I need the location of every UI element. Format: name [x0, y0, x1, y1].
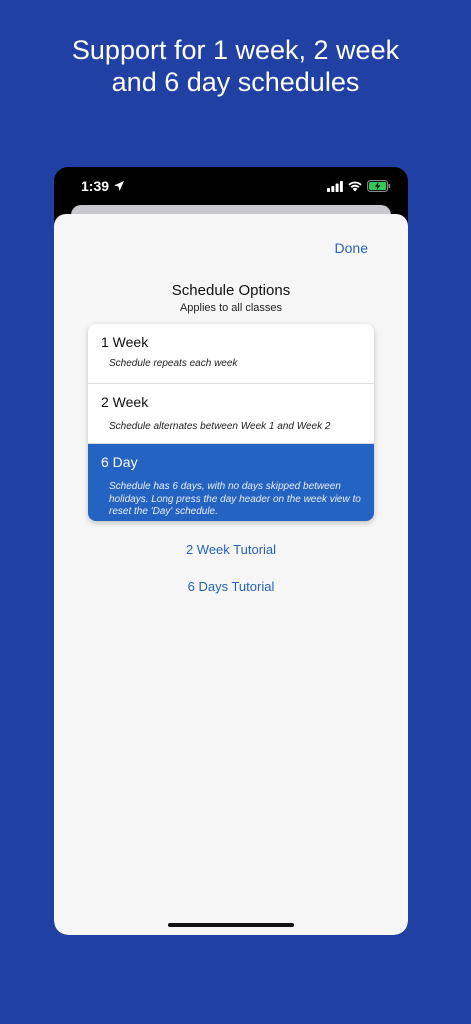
home-indicator[interactable]	[168, 923, 294, 927]
promo-headline: Support for 1 week, 2 week and 6 day sch…	[0, 34, 471, 98]
option-description: Schedule has 6 days, with no days skippe…	[109, 481, 361, 517]
cellular-signal-icon	[327, 181, 343, 192]
option-label: 2 Week	[101, 394, 149, 410]
sheet-subtitle: Applies to all classes	[179, 302, 283, 314]
status-bar: 1:39	[54, 167, 408, 207]
option-2-week[interactable]: 2 Week Schedule alternates between Week …	[88, 384, 374, 444]
option-1-week[interactable]: 1 Week Schedule repeats each week	[88, 324, 374, 384]
option-description: Schedule repeats each week	[109, 358, 238, 369]
schedule-options-list: 1 Week Schedule repeats each week 2 Week…	[88, 324, 374, 521]
option-label: 6 Day	[101, 454, 138, 470]
option-label: 1 Week	[101, 334, 149, 350]
wifi-icon	[348, 181, 362, 192]
done-button[interactable]: Done	[335, 240, 368, 256]
promo-headline-line1: Support for 1 week, 2 week	[71, 35, 400, 65]
option-description: Schedule alternates between Week 1 and W…	[109, 421, 331, 432]
sheet-title: Schedule Options	[171, 282, 291, 299]
battery-charging-icon	[367, 180, 391, 192]
status-time: 1:39	[81, 178, 110, 194]
option-6-day[interactable]: 6 Day Schedule has 6 days, with no days …	[88, 444, 374, 521]
schedule-options-sheet: Done Schedule Options Applies to all cla…	[54, 214, 408, 935]
six-days-tutorial-link[interactable]: 6 Days Tutorial	[54, 579, 408, 594]
phone-frame: 1:39 Done Schedule Options Applies to al…	[54, 167, 408, 935]
promo-headline-line2: and 6 day schedules	[111, 67, 360, 97]
two-week-tutorial-link[interactable]: 2 Week Tutorial	[54, 542, 408, 557]
location-arrow-icon	[114, 181, 124, 191]
